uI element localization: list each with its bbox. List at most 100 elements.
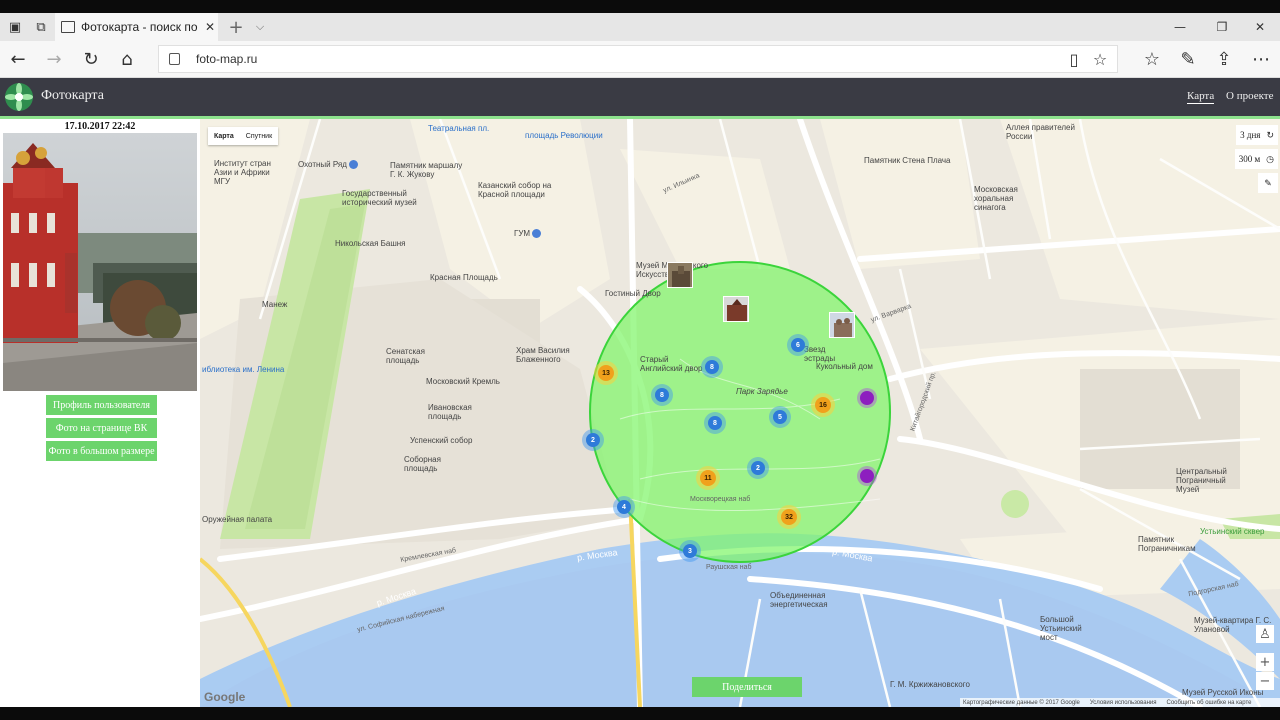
screen-bottom-border	[0, 707, 1280, 720]
share-button[interactable]: Поделиться	[692, 677, 802, 697]
label-kremlin: Московский Кремль	[426, 377, 500, 386]
photo-cluster[interactable]: 5	[773, 410, 787, 424]
label-gostiny: Гостиный Двор	[605, 289, 661, 298]
map-type-switch: Карта Спутник	[208, 127, 279, 145]
label-krzhizh: Г. М. Кржижановского	[890, 680, 970, 689]
photo-cluster[interactable]: 4	[617, 500, 631, 514]
screen-top-border	[0, 0, 1280, 13]
photo-cluster[interactable]: 2	[751, 461, 765, 475]
page-icon	[61, 21, 75, 33]
label-border-museum: Центральный Пограничный Музей	[1176, 467, 1227, 494]
label-cathedral-sq: Соборная площадь	[404, 455, 441, 473]
report-error-link[interactable]: Сообщить об ошибке на карте	[1167, 700, 1252, 706]
paint-brush-icon[interactable]: ✎	[1258, 173, 1278, 193]
photo-cluster[interactable]: 16	[815, 397, 831, 413]
reading-view-icon[interactable]: ▯	[1062, 45, 1086, 73]
photo-cluster[interactable]: 32	[781, 509, 797, 525]
forward-arrow-icon[interactable]: →	[36, 41, 72, 78]
photo-marker[interactable]	[860, 391, 874, 405]
map[interactable]: Карта Спутник Театральная пл. Охотный Ря…	[200, 119, 1280, 707]
refresh-icon[interactable]: ↻	[73, 41, 109, 78]
maximize-icon[interactable]: ❐	[1202, 13, 1242, 41]
photo-cluster[interactable]: 13	[598, 365, 614, 381]
photo-cluster[interactable]: 8	[655, 388, 669, 402]
photo-cluster[interactable]: 2	[586, 433, 600, 447]
pegman-icon[interactable]: ♙	[1256, 625, 1274, 643]
google-logo: Google	[204, 690, 246, 704]
site-header: Фотокарта Карта О проекте	[0, 78, 1280, 116]
zoom-in-button[interactable]: +	[1256, 653, 1274, 671]
label-nikolskaya: Никольская Башня	[335, 239, 406, 248]
map-canvas[interactable]	[200, 119, 1280, 707]
new-tab-button[interactable]: +	[226, 13, 246, 41]
back-arrow-icon[interactable]: ←	[0, 41, 36, 78]
profile-button[interactable]: Профиль пользователя	[46, 395, 157, 415]
label-raushskaya: Раушская наб	[706, 564, 752, 571]
refresh-icon: ↻	[1266, 129, 1274, 140]
label-vasily: Храм Василия Блаженного	[516, 346, 570, 364]
label-red-square: Красная Площадь	[430, 273, 498, 282]
label-ist-museum: Государственный исторический музей	[342, 189, 417, 207]
radius-filter[interactable]: 300 м ◷	[1234, 149, 1278, 169]
label-manezh: Манеж	[262, 300, 288, 309]
label-teatr: Театральная пл.	[428, 124, 490, 133]
tab-title: Фотокарта - поиск по с	[81, 20, 199, 34]
vk-page-button[interactable]: Фото на странице ВК	[46, 418, 157, 438]
browser-toolbar: ← → ↻ ⌂ foto-map.ru ▯ ☆ ☆ ✎ ⇪ ⋯	[0, 41, 1280, 78]
full-size-button[interactable]: Фото в большом размере	[46, 441, 157, 461]
label-ivanovo: Ивановская площадь	[428, 403, 472, 421]
more-icon[interactable]: ⋯	[1243, 41, 1279, 78]
terms-link[interactable]: Условия использования	[1090, 700, 1157, 706]
map-attribution: Картографические данные © 2017 Google Ус…	[960, 698, 1280, 707]
photo-panel: 17.10.2017 22:42 Профиль пользователя Фо…	[0, 119, 200, 707]
label-uspensky: Успенский собор	[410, 436, 473, 445]
tabs-aside-icon[interactable]: ▣	[2, 13, 28, 41]
map-type-map[interactable]: Карта	[208, 127, 240, 145]
minimize-icon[interactable]: —	[1160, 13, 1200, 41]
tab-active[interactable]: Фотокарта - поиск по с ✕	[55, 13, 218, 41]
close-tab-icon[interactable]: ✕	[205, 20, 215, 34]
nav-map[interactable]: Карта	[1187, 90, 1215, 104]
clock-icon: ◷	[1266, 153, 1274, 164]
label-russian-icons: Музей Русской Иконы	[1182, 688, 1264, 697]
label-moskvoretskaya: Москворецкая наб	[690, 496, 751, 503]
photo-cluster[interactable]: 8	[705, 360, 719, 374]
shop-icon	[532, 229, 542, 239]
photo-preview[interactable]	[3, 133, 197, 391]
lock-icon	[169, 53, 180, 65]
label-border-monument: Памятник Пограничникам	[1138, 535, 1196, 553]
photo-cluster[interactable]: 6	[791, 338, 805, 352]
chevron-down-icon[interactable]: ⌵	[252, 13, 268, 41]
share-icon[interactable]: ⇪	[1206, 41, 1242, 78]
zoom-out-button[interactable]: −	[1256, 672, 1274, 690]
photo-cluster[interactable]: 3	[683, 544, 697, 558]
url-text: foto-map.ru	[196, 52, 258, 66]
photo-cluster[interactable]: 11	[700, 470, 716, 486]
time-filter[interactable]: 3 дня ↻	[1236, 125, 1278, 145]
favorites-icon[interactable]: ☆	[1134, 41, 1170, 78]
label-kazan: Казанский собор на Красной площади	[478, 181, 552, 199]
photo-marker[interactable]	[860, 469, 874, 483]
home-icon[interactable]: ⌂	[109, 41, 145, 78]
label-lenin-library: иблиотека им. Ленина	[202, 365, 285, 374]
photo-thumbnail[interactable]	[723, 296, 749, 322]
site-brand[interactable]: Фотокарта	[41, 88, 104, 104]
photo-cluster[interactable]: 8	[708, 416, 722, 430]
label-old-english: Старый Английский двор	[640, 355, 703, 373]
address-bar[interactable]: foto-map.ru	[158, 45, 1118, 73]
metro-icon	[349, 160, 359, 170]
label-stars: Звезд эстрады	[804, 345, 836, 363]
label-alley: Аллея правителей России	[1006, 123, 1075, 141]
photo-thumbnail[interactable]	[667, 262, 693, 288]
nav-about[interactable]: О проекте	[1226, 90, 1274, 102]
label-senate: Сенатская площадь	[386, 347, 425, 365]
photo-datetime: 17.10.2017 22:42	[64, 121, 136, 132]
photo-thumbnail[interactable]	[829, 312, 855, 338]
pen-icon[interactable]: ✎	[1170, 41, 1206, 78]
label-armoury: Оружейная палата	[202, 515, 273, 524]
star-icon[interactable]: ☆	[1088, 45, 1112, 73]
show-tab-previews-icon[interactable]: ⧉	[28, 13, 54, 41]
map-type-satellite[interactable]: Спутник	[240, 127, 278, 145]
label-revolution: площадь Революции	[525, 131, 603, 140]
close-window-icon[interactable]: ✕	[1240, 13, 1280, 41]
